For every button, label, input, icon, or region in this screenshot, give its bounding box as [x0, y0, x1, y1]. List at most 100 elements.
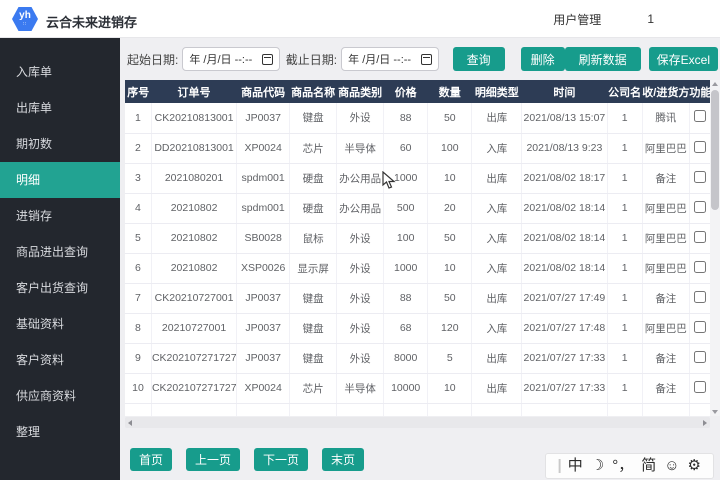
save-excel-button[interactable]: 保存Excel — [649, 47, 718, 71]
ime-settings-icon[interactable]: ⚙ — [688, 453, 701, 479]
table-cell: spdm001 — [237, 163, 290, 193]
table-cell — [237, 403, 290, 416]
topbar: yh ∷ 云合未来进销存 用户管理 1 — [0, 0, 720, 38]
sidebar-item-10[interactable]: 供应商资料 — [0, 378, 120, 414]
table-cell: 20210802 — [151, 193, 236, 223]
table-cell: 1 — [607, 223, 642, 253]
last-page-button[interactable]: 末页 — [322, 448, 364, 471]
table-cell: 10 — [125, 373, 151, 403]
table-cell: CK20210813001 — [151, 103, 236, 133]
row-checkbox[interactable] — [694, 261, 706, 273]
horizontal-scrollbar[interactable] — [125, 417, 710, 428]
next-page-button[interactable]: 下一页 — [254, 448, 308, 471]
vertical-scroll-thumb[interactable] — [711, 90, 719, 210]
ime-simplified[interactable]: 简 — [641, 453, 656, 479]
detail-table: 序号订单号商品代码商品名称商品类别价格数量明细类型时间公司名收/进货方功能 1C… — [125, 80, 710, 416]
scroll-right-arrow-icon[interactable] — [703, 420, 707, 426]
table-cell: 1 — [607, 163, 642, 193]
filter-bar: 起始日期: 年 /月/日 --:-- 截止日期: 年 /月/日 --:-- 查询… — [127, 46, 718, 72]
table-cell: 1000 — [384, 253, 428, 283]
table-cell: 1000 — [384, 163, 428, 193]
scroll-left-arrow-icon[interactable] — [128, 420, 132, 426]
table-cell: 50 — [428, 283, 472, 313]
sidebar-item-7[interactable]: 客户出货查询 — [0, 270, 120, 306]
user-count: 1 — [647, 12, 654, 26]
row-checkbox[interactable] — [694, 381, 706, 393]
table-cell: 2021/07/27 17:48 — [522, 313, 607, 343]
row-checkbox[interactable] — [694, 351, 706, 363]
ime-punctuation-icon[interactable]: °， — [612, 453, 633, 479]
sidebar-item-4[interactable]: 明细 — [0, 162, 120, 198]
ime-moon-icon[interactable]: ☽ — [591, 453, 604, 479]
table-cell: CK202107271727 — [151, 373, 236, 403]
column-header: 明细类型 — [472, 80, 522, 103]
sidebar-item-8[interactable]: 基础资料 — [0, 306, 120, 342]
row-checkbox[interactable] — [694, 201, 706, 213]
table-cell: 备注 — [642, 343, 689, 373]
table-cell — [642, 403, 689, 416]
row-checkbox[interactable] — [694, 321, 706, 333]
sidebar-item-1[interactable]: 入库单 — [0, 54, 120, 90]
table-cell: 芯片 — [290, 133, 337, 163]
row-checkbox[interactable] — [694, 141, 706, 153]
table-cell: 显示屏 — [290, 253, 337, 283]
sidebar-item-3[interactable]: 期初数 — [0, 126, 120, 162]
row-checkbox[interactable] — [694, 291, 706, 303]
ime-emoji-icon[interactable]: ☺ — [664, 453, 679, 479]
sidebar-item-5[interactable]: 进销存 — [0, 198, 120, 234]
table-cell: 出库 — [472, 163, 522, 193]
refresh-data-button[interactable]: 刷新数据 — [565, 47, 641, 71]
table-cell: 1 — [607, 313, 642, 343]
table-cell: 7 — [125, 283, 151, 313]
sidebar-item-6[interactable]: 商品进出查询 — [0, 234, 120, 270]
table-row-partial — [125, 403, 710, 416]
table-cell: 500 — [384, 193, 428, 223]
row-checkbox[interactable] — [694, 171, 706, 183]
column-header: 商品类别 — [337, 80, 384, 103]
scroll-up-arrow-icon[interactable] — [712, 82, 718, 86]
topbar-right: 用户管理 1 — [553, 0, 720, 38]
sidebar-item-11[interactable]: 整理 — [0, 414, 120, 450]
vertical-scrollbar[interactable] — [710, 80, 720, 416]
table-cell: 60 — [384, 133, 428, 163]
table-cell: 入库 — [472, 253, 522, 283]
query-button[interactable]: 查询 — [453, 47, 505, 71]
ime-drag-handle: | — [558, 453, 562, 479]
table-cell — [337, 403, 384, 416]
table-cell: 3 — [125, 163, 151, 193]
table-cell: 50 — [428, 223, 472, 253]
ime-toolbar: |中 ☽ °， 简 ☺ ⚙ — [545, 453, 714, 479]
row-checkbox[interactable] — [694, 231, 706, 243]
table-cell — [290, 403, 337, 416]
scroll-down-arrow-icon[interactable] — [712, 410, 718, 414]
delete-button[interactable]: 删除 — [521, 47, 565, 71]
table-cell: 出库 — [472, 343, 522, 373]
sidebar-item-2[interactable]: 出库单 — [0, 90, 120, 126]
calendar-icon[interactable] — [421, 54, 432, 65]
table-row: 32021080201spdm001硬盘办公用品100010出库2021/08/… — [125, 163, 710, 193]
sidebar-item-9[interactable]: 客户资料 — [0, 342, 120, 378]
start-date-input[interactable]: 年 /月/日 --:-- — [182, 47, 279, 71]
row-checkbox[interactable] — [694, 110, 706, 122]
calendar-icon[interactable] — [262, 54, 273, 65]
table-cell: 10000 — [384, 373, 428, 403]
ime-chinese-mode[interactable]: 中 — [568, 453, 583, 479]
table-cell: 键盘 — [290, 343, 337, 373]
table-cell: 鼠标 — [290, 223, 337, 253]
table-row: 2DD20210813001XP0024芯片半导体60100入库2021/08/… — [125, 133, 710, 163]
table-cell: 备注 — [642, 163, 689, 193]
prev-page-button[interactable]: 上一页 — [186, 448, 240, 471]
user-management-link[interactable]: 用户管理 — [553, 11, 601, 28]
end-date-input[interactable]: 年 /月/日 --:-- — [341, 47, 438, 71]
table-cell-function — [689, 103, 710, 133]
table-cell: 8 — [125, 313, 151, 343]
table-cell: 2021/08/13 9:23 — [522, 133, 607, 163]
column-header: 时间 — [522, 80, 607, 103]
first-page-button[interactable]: 首页 — [130, 448, 172, 471]
table-row: 1CK20210813001JP0037键盘外设8850出库2021/08/13… — [125, 103, 710, 133]
table-cell: 外设 — [337, 343, 384, 373]
table-cell: 出库 — [472, 373, 522, 403]
table-cell: 1 — [125, 103, 151, 133]
table-cell: 10 — [428, 373, 472, 403]
table-cell: 1 — [607, 253, 642, 283]
